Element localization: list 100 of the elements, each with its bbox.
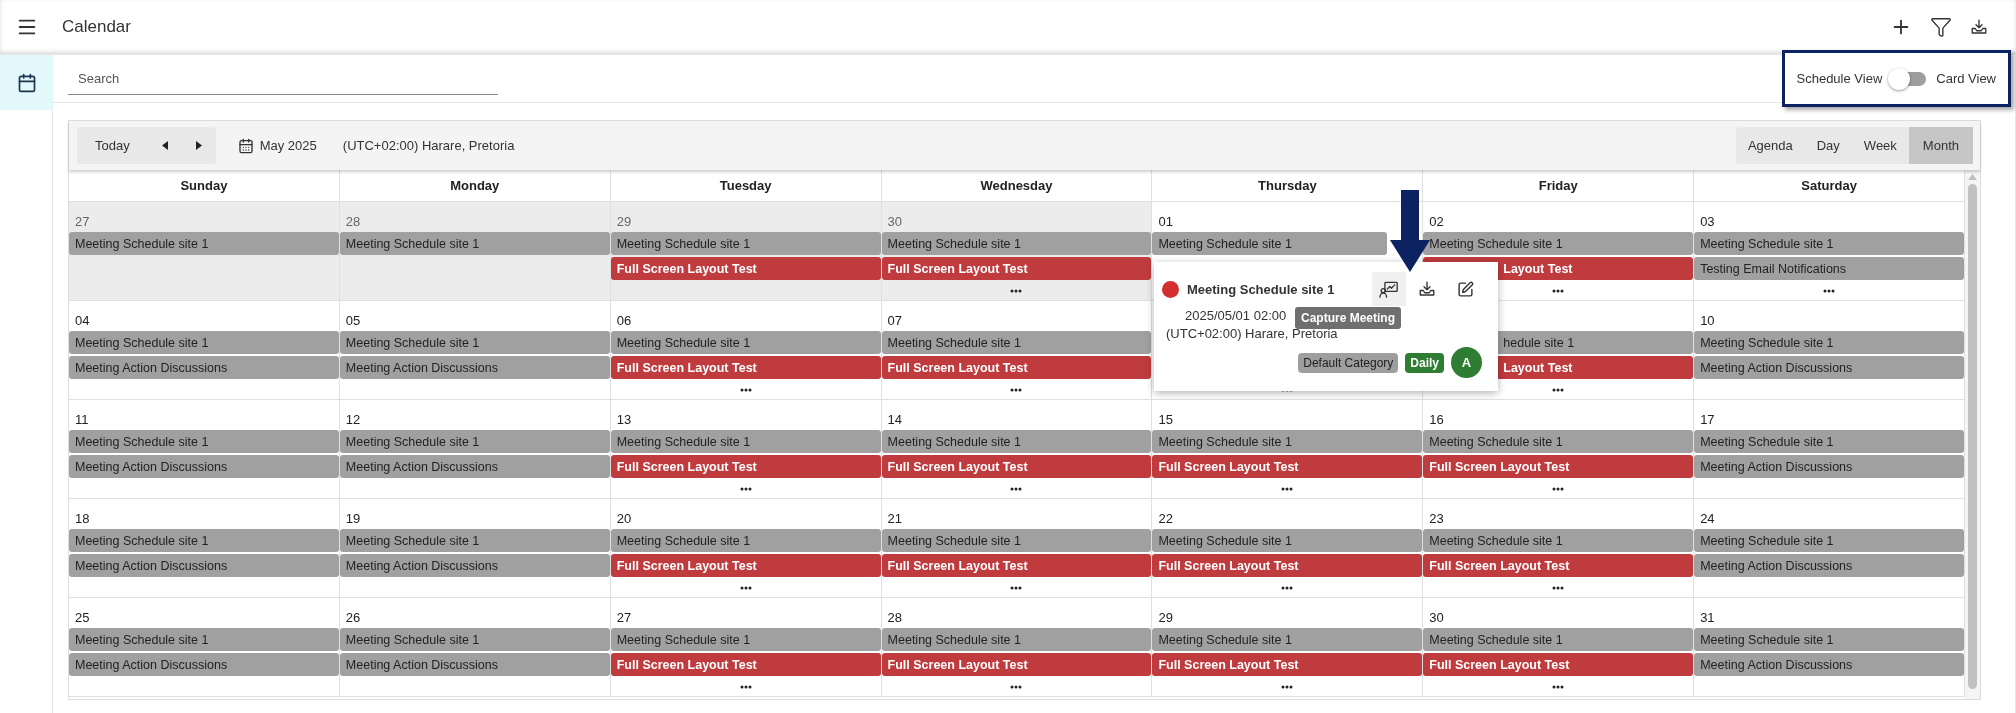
event-bar[interactable]: Meeting Schedule site 1 [881,430,1152,453]
day-cell[interactable]: 05 Meeting Schedule site 1 Meeting Action Discussions [339,301,611,400]
event-bar[interactable]: Full Screen Layout Test [1152,455,1423,478]
event-bar[interactable]: Meeting Schedule site 1 [881,628,1152,651]
day-cell[interactable]: 30 Meeting Schedule site 1 Full Screen Layout Test [1423,598,1695,697]
event-bar[interactable]: Meeting Action Discussions [339,554,610,577]
event-bar[interactable]: Meeting Schedule site 1 [1152,529,1423,552]
day-cell[interactable]: 13 Meeting Schedule site 1 Full Screen Layout Test [610,400,882,499]
event-bar[interactable]: Meeting Schedule site 1 [881,529,1152,552]
event-bar[interactable]: Meeting Schedule site 1 [1694,628,1964,651]
event-bar[interactable]: Meeting Schedule site 1 [1694,331,1964,354]
event-bar[interactable]: Meeting Action Discussions [339,455,610,478]
view-tab[interactable]: Agenda [1735,127,1805,164]
event-bar[interactable]: Meeting Schedule site 1 [1152,430,1423,453]
day-cell[interactable]: 15 Meeting Schedule site 1 Full Screen Layout Test [1152,400,1424,499]
day-cell[interactable]: 31 Meeting Schedule site 1 Meeting Action Discussions [1694,598,1965,697]
event-bar[interactable]: Meeting Action Discussions [339,356,610,379]
day-cell[interactable]: 28 Meeting Schedule site 1 Full Screen Layout Test [881,598,1153,697]
day-cell[interactable]: 29 Meeting Schedule site 1 Full Screen Layout Test [1152,598,1424,697]
event-bar[interactable]: Full Screen Layout Test [610,356,881,379]
day-cell[interactable]: 19 Meeting Schedule site 1 Meeting Action Discussions [339,499,611,598]
view-tab[interactable]: Day [1804,127,1852,164]
event-bar[interactable]: Meeting Schedule site 1 [1694,232,1964,255]
day-cell[interactable]: 26 Meeting Schedule site 1 Meeting Action Discussions [339,598,611,697]
event-bar[interactable]: Full Screen Layout Test [1152,554,1423,577]
event-bar[interactable]: Meeting Schedule site 1 [69,331,339,354]
event-bar[interactable]: Meeting Schedule site 1 [610,529,881,552]
event-bar[interactable]: Meeting Action Discussions [339,653,610,676]
event-bar[interactable]: Full Screen Layout Test [1423,455,1694,478]
day-cell[interactable]: 06 Meeting Schedule site 1 Full Screen Layout Test [610,301,882,400]
event-bar[interactable]: Meeting Schedule site 1 [881,232,1152,255]
month-picker[interactable]: May 2025 [231,136,323,155]
event-bar[interactable]: Meeting Schedule site 1 [1423,430,1694,453]
event-bar[interactable]: Meeting Action Discussions [69,356,339,379]
event-bar[interactable]: Full Screen Layout Test [881,257,1152,280]
event-bar[interactable]: Meeting Schedule site 1 [1694,430,1964,453]
more-icon[interactable] [1552,586,1565,590]
event-bar[interactable]: Full Screen Layout Test [610,653,881,676]
day-cell[interactable]: 10 Meeting Schedule site 1 Meeting Action Discussions [1694,301,1965,400]
event-bar[interactable]: Meeting Action Discussions [69,554,339,577]
day-cell[interactable]: 27 Meeting Schedule site 1 Full Screen Layout Test [610,598,882,697]
event-bar[interactable]: Meeting Schedule site 1 [339,331,610,354]
more-icon[interactable] [1281,685,1294,689]
more-icon[interactable] [1552,487,1565,491]
day-cell[interactable]: 14 Meeting Schedule site 1 Full Screen Layout Test [881,400,1153,499]
today-button[interactable]: Today [77,127,148,164]
scrollbar[interactable] [1965,170,1980,699]
more-icon[interactable] [739,586,752,590]
event-bar[interactable]: Meeting Schedule site 1 [339,430,610,453]
more-icon[interactable] [739,487,752,491]
event-bar[interactable]: Meeting Schedule site 1 [610,331,881,354]
day-cell[interactable]: 29 Meeting Schedule site 1 Full Screen Layout Test [610,202,882,301]
more-icon[interactable] [1552,289,1565,293]
event-bar[interactable]: Full Screen Layout Test [881,455,1152,478]
event-bar[interactable]: Meeting Schedule site 1 [69,430,339,453]
day-cell[interactable]: 20 Meeting Schedule site 1 Full Screen Layout Test [610,499,882,598]
event-bar[interactable]: Meeting Schedule site 1 [69,232,339,255]
more-icon[interactable] [1823,289,1836,293]
more-icon[interactable] [1552,388,1565,392]
more-icon[interactable] [1010,685,1023,689]
capture-icon[interactable] [1372,272,1406,306]
event-bar[interactable]: Meeting Schedule site 1 [339,232,610,255]
event-bar[interactable]: Full Screen Layout Test [610,257,881,280]
event-bar[interactable]: Full Screen Layout Test [1423,653,1694,676]
event-bar[interactable]: Full Screen Layout Test [1152,653,1423,676]
event-bar[interactable]: Meeting Schedule site 1 [69,628,339,651]
event-bar[interactable]: Meeting Schedule site 1 [339,628,610,651]
day-cell[interactable]: 25 Meeting Schedule site 1 Meeting Action Discussions [69,598,340,697]
event-bar[interactable]: Meeting Schedule site 1 [69,529,339,552]
event-bar[interactable]: Meeting Schedule site 1 [881,331,1152,354]
event-bar[interactable]: Meeting Action Discussions [1694,554,1964,577]
event-bar[interactable]: Meeting Schedule site 1 [1423,529,1694,552]
day-cell[interactable]: 23 Meeting Schedule site 1 Full Screen Layout Test [1423,499,1695,598]
day-cell[interactable]: 04 Meeting Schedule site 1 Meeting Action Discussions [69,301,340,400]
event-bar[interactable]: Meeting Schedule site 1 [1152,628,1423,651]
more-icon[interactable] [1010,388,1023,392]
more-icon[interactable] [1010,586,1023,590]
day-cell[interactable]: 07 Meeting Schedule site 1 Full Screen Layout Test [881,301,1153,400]
day-cell[interactable]: 30 Meeting Schedule site 1 Full Screen Layout Test [881,202,1153,301]
more-icon[interactable] [1010,289,1023,293]
event-bar[interactable]: Meeting Action Discussions [1694,356,1964,379]
event-bar[interactable]: Meeting Schedule site 1 [610,430,881,453]
view-tab[interactable]: Month [1908,127,1973,164]
event-bar[interactable]: Full Screen Layout Test [1423,554,1694,577]
more-icon[interactable] [1281,586,1294,590]
event-bar[interactable]: Testing Email Notifications [1694,257,1964,280]
day-cell[interactable]: 03 Meeting Schedule site 1 Testing Email Notifications [1694,202,1965,301]
day-cell[interactable]: 11 Meeting Schedule site 1 Meeting Action Discussions [69,400,340,499]
calendar-nav-item[interactable] [0,55,53,110]
event-bar[interactable]: Meeting Schedule site 1 [1152,232,1388,255]
more-icon[interactable] [739,685,752,689]
event-bar[interactable]: Meeting Action Discussions [69,653,339,676]
event-bar[interactable]: Meeting Schedule site 1 [1423,628,1694,651]
event-bar[interactable]: Meeting Action Discussions [1694,455,1964,478]
more-icon[interactable] [739,388,752,392]
event-bar[interactable]: Full Screen Layout Test [881,554,1152,577]
day-cell[interactable]: 24 Meeting Schedule site 1 Meeting Action Discussions [1694,499,1965,598]
more-icon[interactable] [1010,487,1023,491]
day-cell[interactable]: 17 Meeting Schedule site 1 Meeting Action Discussions [1694,400,1965,499]
more-icon[interactable] [1281,487,1294,491]
